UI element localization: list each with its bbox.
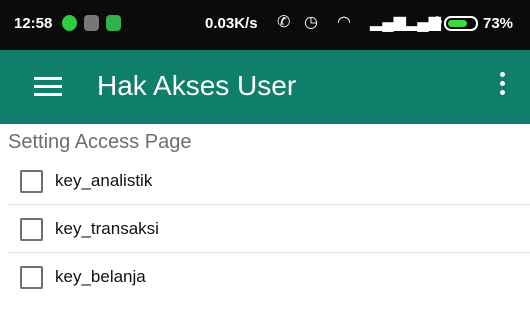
checkbox-key-belanja[interactable] xyxy=(20,265,43,289)
list-item-label: key_transaksi xyxy=(55,219,159,238)
alarm-icon: ◷ xyxy=(304,14,318,31)
checkbox-key-transaksi[interactable] xyxy=(20,217,43,241)
status-time: 12:58 xyxy=(14,15,53,32)
section-title: Setting Access Page xyxy=(8,131,192,153)
charging-icon: ϟ xyxy=(434,14,443,31)
battery-percent: 73% xyxy=(483,15,514,32)
signal-icon: ▂▄▆ xyxy=(370,14,406,31)
android-icon xyxy=(106,15,121,31)
list-item[interactable]: key_belanja xyxy=(0,253,530,301)
gallery-icon xyxy=(84,15,99,31)
vibrate-icon: ✆ xyxy=(277,14,291,31)
list-item[interactable]: key_analistik xyxy=(0,157,530,205)
network-speed: 0.03K/s xyxy=(205,15,258,32)
status-bar: 12:58 0.03K/s ✆ ◷ ◠ ▂▄▆ ▂▄▆ ϟ 73% xyxy=(0,0,530,50)
wifi-icon: ◠ xyxy=(337,14,351,31)
app-bar: Hak Akses User xyxy=(0,50,530,124)
list-item-label: key_belanja xyxy=(55,267,146,286)
more-options-icon[interactable] xyxy=(494,72,510,102)
list-item-label: key_analistik xyxy=(55,171,153,190)
page-title: Hak Akses User xyxy=(97,70,297,101)
menu-icon[interactable] xyxy=(34,77,62,97)
whatsapp-icon xyxy=(62,15,77,31)
checkbox-key-analistik[interactable] xyxy=(20,169,43,193)
list-item[interactable]: key_transaksi xyxy=(0,205,530,253)
battery-icon xyxy=(444,16,478,31)
